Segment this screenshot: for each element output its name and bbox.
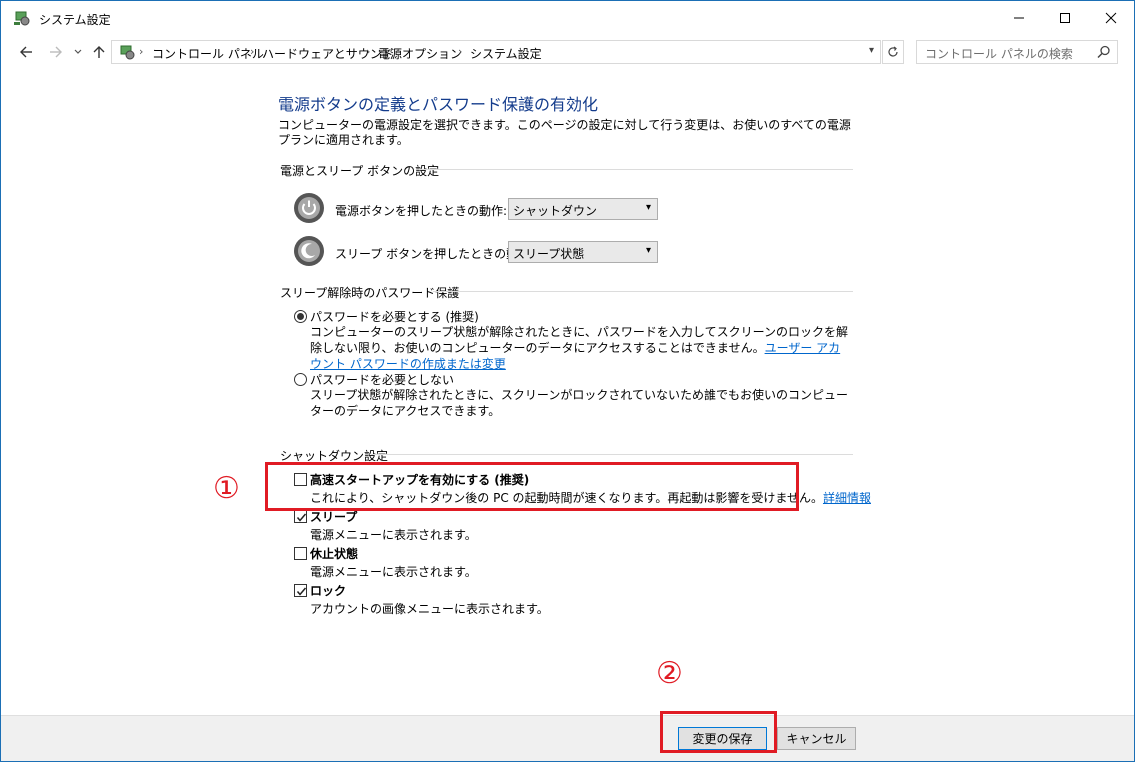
annotation-marker-1: ① bbox=[213, 471, 240, 506]
lock-description: アカウントの画像メニューに表示されます。 bbox=[310, 602, 549, 616]
refresh-button[interactable] bbox=[882, 40, 904, 64]
search-icon bbox=[1097, 45, 1110, 59]
power-button-action-value: シャットダウン bbox=[513, 204, 598, 218]
forward-button[interactable] bbox=[45, 41, 67, 63]
section-divider bbox=[419, 169, 853, 170]
no-password-description: スリープ状態が解除されたときに、スクリーンがロックされていないため誰でもお使いの… bbox=[310, 388, 848, 418]
maximize-icon bbox=[1060, 13, 1070, 23]
chevron-down-icon: ▾ bbox=[645, 202, 651, 213]
minimize-icon bbox=[1014, 17, 1024, 19]
no-password-title[interactable]: パスワードを必要としない bbox=[310, 371, 454, 388]
power-button-action-select[interactable]: シャットダウン ▾ bbox=[508, 198, 658, 220]
section-divider bbox=[371, 454, 853, 455]
password-section-title: スリープ解除時のパスワード保護 bbox=[280, 286, 460, 300]
breadcrumb-system-settings[interactable]: システム設定 bbox=[470, 45, 542, 62]
breadcrumb-hardware-sound[interactable]: ハードウェアとサウンド bbox=[262, 45, 394, 62]
sleep-button-action-value: スリープ状態 bbox=[513, 247, 585, 261]
no-password-radio[interactable] bbox=[294, 373, 307, 386]
sleep-button-label: スリープ ボタンを押したときの動作: bbox=[335, 247, 535, 261]
up-arrow-icon bbox=[93, 46, 105, 58]
more-info-link[interactable]: 詳細情報 bbox=[823, 491, 871, 505]
back-arrow-icon bbox=[20, 46, 32, 58]
close-button[interactable] bbox=[1088, 1, 1134, 35]
chevron-down-icon bbox=[74, 49, 82, 54]
refresh-icon bbox=[888, 46, 898, 57]
control-panel-icon bbox=[14, 11, 30, 26]
hibernate-checkbox[interactable] bbox=[294, 547, 307, 560]
require-password-title[interactable]: パスワードを必要とする (推奨) bbox=[310, 308, 479, 325]
navigation-bar: › コントロール パネル › ハードウェアとサウンド › 電源オプション › シ… bbox=[1, 37, 1134, 67]
window-title: システム設定 bbox=[39, 13, 111, 27]
lock-checkbox[interactable] bbox=[294, 584, 307, 597]
system-settings-window: システム設定 › コントロール パネル › ハードウェアとサウンド › 電源オプ… bbox=[0, 0, 1135, 762]
hibernate-description: 電源メニューに表示されます。 bbox=[310, 565, 477, 579]
breadcrumb-separator-icon: › bbox=[366, 45, 371, 58]
search-placeholder: コントロール パネルの検索 bbox=[925, 47, 1073, 61]
power-button-icon bbox=[294, 193, 324, 223]
fast-startup-highlight-box bbox=[265, 462, 799, 511]
breadcrumb-control-panel[interactable]: コントロール パネル bbox=[152, 45, 264, 62]
breadcrumb-power-options[interactable]: 電源オプション bbox=[378, 45, 462, 62]
sleep-button-action-select[interactable]: スリープ状態 ▾ bbox=[508, 241, 658, 263]
maximize-button[interactable] bbox=[1042, 1, 1088, 35]
sleep-checkbox[interactable] bbox=[294, 510, 307, 523]
title-bar: システム設定 bbox=[1, 1, 1134, 35]
sleep-description: 電源メニューに表示されます。 bbox=[310, 528, 477, 542]
chevron-down-icon[interactable]: ▾ bbox=[869, 45, 874, 56]
breadcrumb-separator-icon: › bbox=[139, 45, 144, 58]
address-bar[interactable]: › コントロール パネル › ハードウェアとサウンド › 電源オプション › シ… bbox=[111, 40, 881, 64]
save-button-highlight-box bbox=[660, 711, 777, 753]
forward-arrow-icon bbox=[50, 46, 62, 58]
breadcrumb-separator-icon: › bbox=[250, 45, 255, 58]
recent-locations-button[interactable] bbox=[71, 41, 85, 63]
breadcrumb-separator-icon: › bbox=[458, 45, 463, 58]
lock-title[interactable]: ロック bbox=[310, 582, 346, 599]
footer-bar: 変更の保存 キャンセル bbox=[1, 715, 1134, 761]
minimize-button[interactable] bbox=[996, 1, 1042, 35]
sleep-button-icon bbox=[294, 236, 324, 266]
page-description: コンピューターの電源設定を選択できます。このページの設定に対して行う変更は、お使… bbox=[278, 118, 851, 147]
section-divider bbox=[433, 291, 853, 292]
checkmark-icon bbox=[296, 513, 307, 522]
page-title: 電源ボタンの定義とパスワード保護の有効化 bbox=[278, 95, 599, 114]
power-button-label: 電源ボタンを押したときの動作: bbox=[335, 204, 508, 218]
chevron-down-icon: ▾ bbox=[645, 245, 651, 256]
search-box[interactable]: コントロール パネルの検索 bbox=[916, 40, 1118, 64]
require-password-description: コンピューターのスリープ状態が解除されたときに、パスワードを入力してスクリーンの… bbox=[310, 324, 850, 372]
control-panel-icon bbox=[120, 45, 135, 60]
annotation-marker-2: ② bbox=[656, 656, 683, 691]
close-icon bbox=[1105, 12, 1117, 24]
require-password-radio[interactable] bbox=[294, 310, 307, 323]
back-button[interactable] bbox=[15, 41, 37, 63]
power-sleep-section-title: 電源とスリープ ボタンの設定 bbox=[280, 164, 440, 178]
checkmark-icon bbox=[296, 587, 307, 596]
up-button[interactable] bbox=[89, 41, 109, 63]
cancel-button[interactable]: キャンセル bbox=[777, 727, 856, 750]
hibernate-title[interactable]: 休止状態 bbox=[310, 545, 358, 562]
